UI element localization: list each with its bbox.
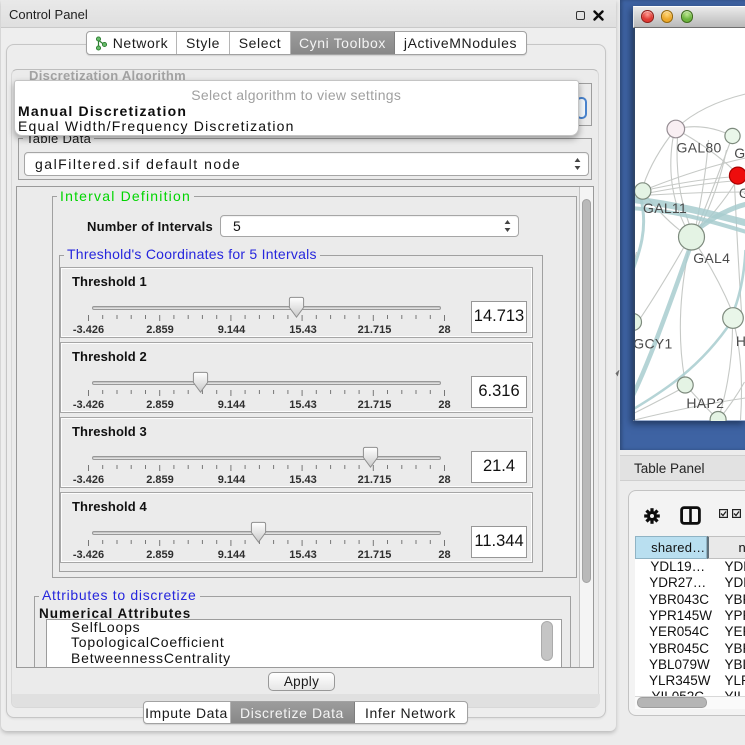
svg-text:HAP2: HAP2	[686, 395, 724, 411]
svg-text:G: G	[738, 185, 745, 201]
svg-text:GAL11: GAL11	[643, 200, 687, 216]
svg-text:GAL80: GAL80	[676, 140, 721, 156]
svg-text:GCY1: GCY1	[633, 336, 672, 352]
svg-text:GA: GA	[734, 145, 745, 161]
svg-text:GAL4: GAL4	[693, 250, 730, 266]
svg-text:H: H	[735, 333, 745, 349]
